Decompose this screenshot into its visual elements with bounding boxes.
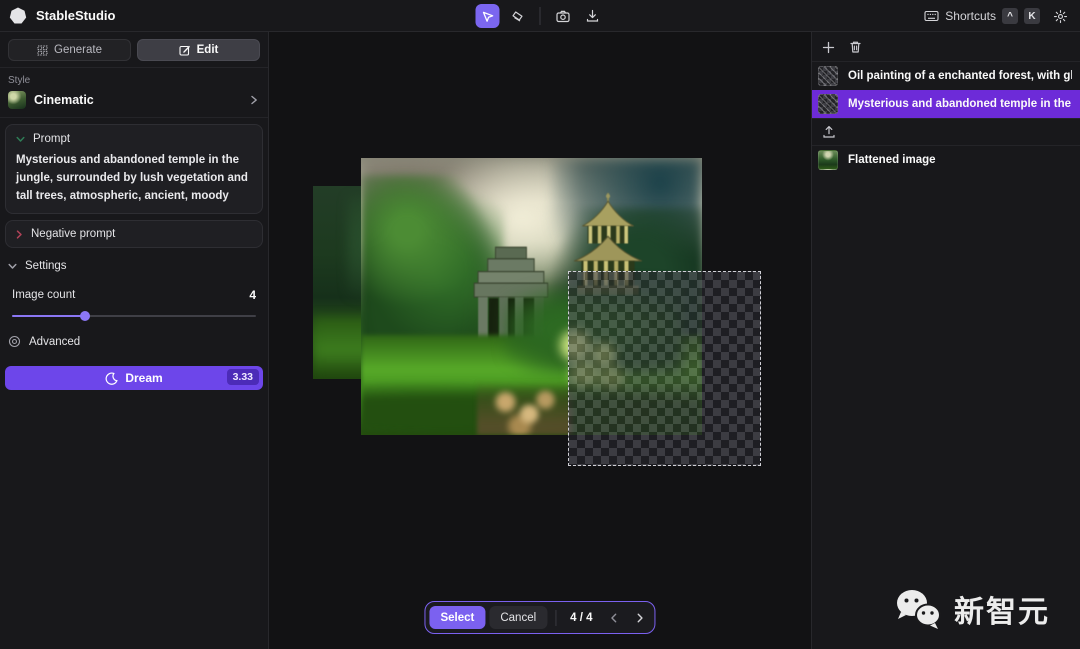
front-image-path-bokeh [476,379,573,435]
prompt-header-label: Prompt [33,133,71,145]
settings-button[interactable] [1048,4,1072,28]
advanced-label: Advanced [29,335,81,348]
layer-label: Oil painting of a enchanted forest, with… [848,70,1072,82]
topbar-right: Shortcuts ^ K [924,0,1072,32]
settings-header-label: Settings [25,260,67,273]
tab-edit-label: Edit [196,44,219,56]
wechat-bubbles-icon [897,590,941,629]
editor-canvas[interactable]: Select Cancel 4 / 4 [269,32,811,649]
add-layer-icon[interactable] [822,41,835,54]
selection-marquee[interactable] [568,271,761,466]
shortcut-modifier-key: ^ [1002,8,1018,24]
image-count-label: Image count [12,289,76,302]
style-value: Cinematic [34,93,94,107]
pencil-icon [179,45,190,56]
page-indicator: 4 / 4 [570,611,593,624]
snapshot-tool-button[interactable] [551,4,575,28]
chevron-left-icon [610,613,616,623]
upload-image-button[interactable] [812,119,1080,145]
tab-generate-label: Generate [54,44,102,56]
chevron-down-icon [16,136,25,142]
upload-icon [823,126,835,138]
keyboard-icon [924,10,939,22]
image-count-slider[interactable] [12,311,256,322]
generation-panel: Generate Edit Style Cinematic Prompt Mys… [0,32,269,649]
dream-button[interactable]: Dream 3.33 [5,366,263,391]
dream-button-label: Dream [125,371,163,386]
eraser-tool-button[interactable] [506,4,530,28]
layer-item[interactable]: Oil painting of a enchanted forest, with… [812,62,1080,90]
next-image-button[interactable] [629,607,651,629]
cancel-button[interactable]: Cancel [489,606,548,629]
style-label: Style [8,75,31,86]
prompt-card[interactable]: Prompt Mysterious and abandoned temple i… [5,124,263,215]
layer-label: Mysterious and abandoned temple in the j… [848,98,1072,110]
negative-prompt-card[interactable]: Negative prompt [5,220,263,249]
prompt-text[interactable]: Mysterious and abandoned temple in the j… [16,152,252,205]
layer-label: Flattened image [848,154,936,166]
layer-thumbnail [818,150,838,170]
layers-panel: Oil painting of a enchanted forest, with… [811,32,1080,649]
shortcuts-button[interactable]: Shortcuts ^ K [924,8,1040,24]
previous-image-button[interactable] [603,607,625,629]
advanced-toggle[interactable]: Advanced [0,321,268,348]
slider-fill [12,315,86,318]
style-thumbnail [8,91,26,109]
mode-tabs: Generate Edit [0,32,268,67]
prompt-header[interactable]: Prompt [16,133,252,145]
settings-header[interactable]: Settings [0,248,268,272]
canvas-toolbar [475,0,605,32]
brand: StableStudio [0,6,115,26]
toolbar-divider [539,7,541,25]
app-logo-icon [9,7,27,23]
watermark-text: 新智元 [954,595,1050,630]
style-selector[interactable]: Cinematic [8,91,258,109]
app-title: StableStudio [36,8,116,23]
shortcut-letter-key: K [1024,8,1040,24]
chevron-right-icon [637,613,643,623]
stablestudio-app: StableStudio Shortcuts ^ K Generate Edit… [0,0,1080,649]
slider-thumb[interactable] [80,311,91,322]
selection-action-bar: Select Cancel 4 / 4 [424,601,656,634]
layer-item-selected[interactable]: Mysterious and abandoned temple in the j… [812,90,1080,118]
watermark: 新智元 [892,587,1050,631]
divider [555,609,557,626]
top-bar: StableStudio Shortcuts ^ K [0,0,1080,32]
download-tool-button[interactable] [581,4,605,28]
camera-icon [555,10,570,22]
trash-icon[interactable] [849,40,862,54]
style-section[interactable]: Style Cinematic [0,68,268,117]
dream-cost-badge: 3.33 [226,369,259,386]
layer-thumbnail [818,94,838,114]
eraser-icon [512,11,523,22]
divider [0,117,268,118]
image-count-value: 4 [249,288,256,303]
shortcuts-label: Shortcuts [945,9,996,23]
layer-thumbnail [818,66,838,86]
chevron-down-icon [8,263,17,269]
select-tool-button[interactable] [475,4,500,28]
moon-icon [105,372,119,385]
negative-prompt-header[interactable]: Negative prompt [16,228,252,240]
cursor-arrow-icon [482,11,493,22]
download-icon [586,9,599,22]
layer-item-flattened[interactable]: Flattened image [812,146,1080,174]
lens-icon [8,336,21,348]
grid-icon [37,45,48,55]
image-count-row: Image count 4 [0,272,268,302]
layers-toolbar [812,32,1080,61]
tab-edit[interactable]: Edit [137,39,260,61]
tab-generate[interactable]: Generate [8,39,131,61]
negative-prompt-label: Negative prompt [31,228,116,241]
chevron-right-icon [251,95,257,105]
chevron-right-icon [16,230,22,239]
select-button[interactable]: Select [429,606,486,629]
gear-icon [1053,9,1067,23]
